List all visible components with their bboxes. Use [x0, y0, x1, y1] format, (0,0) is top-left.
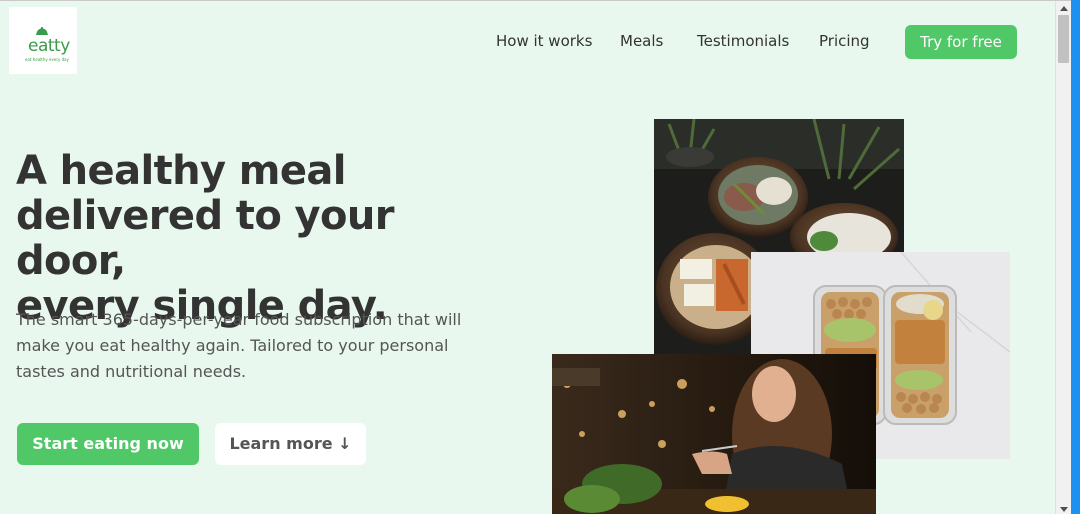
nav-how-it-works[interactable]: How it works [496, 32, 592, 50]
nav-pricing[interactable]: Pricing [819, 32, 870, 50]
vertical-scrollbar[interactable] [1055, 1, 1071, 514]
scroll-down-arrow-icon[interactable] [1060, 507, 1068, 513]
nav-testimonials[interactable]: Testimonials [697, 32, 789, 50]
start-eating-button[interactable]: Start eating now [17, 423, 199, 465]
page-viewport: eatty eat healthy every day How it works… [0, 0, 1071, 514]
window-edge [1071, 0, 1080, 514]
try-for-free-button[interactable]: Try for free [905, 25, 1017, 59]
hero-title: A healthy meal delivered to your door, e… [16, 149, 506, 329]
hero-title-line-1: A healthy meal [16, 148, 347, 194]
main-nav: How it works Meals Testimonials Pricing … [0, 25, 1071, 59]
hero-title-line-2: delivered to your door, [16, 193, 394, 284]
woman-eating-image [552, 354, 876, 514]
learn-more-button[interactable]: Learn more ↓ [215, 423, 366, 465]
hero-subtitle: The smart 365-days-per-year food subscri… [16, 310, 462, 381]
scroll-up-arrow-icon[interactable] [1060, 5, 1068, 11]
nav-meals[interactable]: Meals [620, 32, 663, 50]
scrollbar-thumb[interactable] [1058, 15, 1069, 63]
